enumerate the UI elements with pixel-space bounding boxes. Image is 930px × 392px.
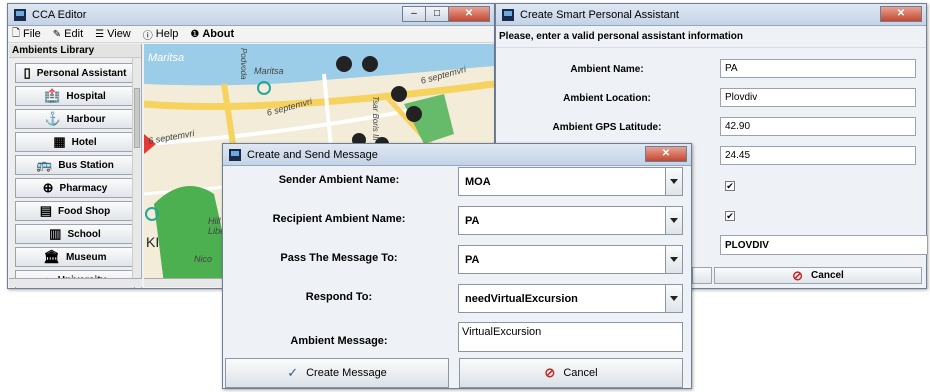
- shop-icon: ▤: [39, 203, 53, 218]
- map-label: Nico: [194, 254, 213, 264]
- ambient-button-harbour[interactable]: ⚓ Harbour: [15, 109, 135, 129]
- menu-about[interactable]: ❶ About: [190, 28, 234, 40]
- school-icon: ▥: [49, 226, 62, 241]
- hospital-icon: 🏥: [44, 88, 61, 103]
- ambient-location-label: Ambient Location:: [563, 92, 651, 104]
- check-icon: ✓: [287, 365, 299, 380]
- ambient-button-bus-station[interactable]: 🚌 Bus Station: [15, 155, 135, 175]
- city-select[interactable]: PLOVDIV: [720, 235, 928, 255]
- sender-row: Sender Ambient Name: MOA: [223, 166, 691, 196]
- close-button[interactable]: ✕: [880, 6, 922, 22]
- gps-longitude-input[interactable]: 24.45: [720, 146, 916, 165]
- place-icon: [336, 56, 352, 72]
- respond-select[interactable]: needVirtualExcursion: [458, 284, 683, 313]
- bus-icon: 🚌: [36, 157, 53, 172]
- chevron-down-icon[interactable]: [665, 168, 682, 195]
- respond-label: Respond To:: [305, 291, 373, 303]
- message-label: Ambient Message:: [290, 335, 388, 347]
- message-textarea[interactable]: VirtualExcursion: [458, 322, 683, 352]
- ambient-location-input[interactable]: Plovdiv: [720, 88, 916, 107]
- gps-latitude-input[interactable]: 42.90: [720, 117, 916, 136]
- ambient-button-school[interactable]: ▥ School: [15, 224, 135, 244]
- map-label: Maritsa: [148, 52, 185, 64]
- pa-row-latitude: Ambient GPS Latitude: 42.90: [496, 117, 926, 137]
- create-message-window: Create and Send Message ✕ Sender Ambient…: [222, 143, 692, 389]
- ambient-button-museum[interactable]: 🏛 Museum: [15, 247, 135, 267]
- checkbox-1[interactable]: ✔: [725, 181, 735, 191]
- recipient-row: Recipient Ambient Name: PA: [223, 205, 691, 235]
- pass-select[interactable]: PA: [458, 245, 683, 274]
- pa-row-name: Ambient Name: PA: [496, 59, 926, 79]
- ambient-button-food-shop[interactable]: ▤ Food Shop: [15, 201, 135, 221]
- map-label: Hill: [208, 216, 221, 226]
- edit-icon: ✎: [52, 28, 62, 40]
- about-icon: ❶: [190, 28, 200, 40]
- ambient-button-pharmacy[interactable]: ⊕ Pharmacy: [15, 178, 135, 198]
- library-scrollbar[interactable]: [132, 58, 141, 278]
- library-hscrollbar[interactable]: [9, 278, 142, 287]
- app-icon: [229, 148, 241, 161]
- gps-latitude-label: Ambient GPS Latitude:: [552, 121, 662, 133]
- file-icon: 🗋: [12, 27, 21, 39]
- pass-row: Pass The Message To: PA: [223, 244, 691, 274]
- ambient-button-hotel[interactable]: ▦ Hotel: [15, 132, 135, 152]
- respond-row: Respond To: needVirtualExcursion: [223, 283, 691, 313]
- place-icon: [362, 56, 378, 72]
- menu-view[interactable]: ☰ View: [95, 28, 131, 40]
- ambient-name-input[interactable]: PA: [720, 59, 916, 78]
- chevron-down-icon[interactable]: [665, 207, 682, 234]
- library-title: Ambients Library: [9, 44, 141, 58]
- msg-title-bar[interactable]: Create and Send Message ✕: [223, 144, 691, 166]
- sender-select[interactable]: MOA: [458, 167, 683, 196]
- map-label: Maritsa: [254, 66, 284, 76]
- menu-help[interactable]: ⓘ Help: [143, 27, 179, 42]
- minimize-button[interactable]: –: [402, 6, 426, 22]
- pa-row-location: Ambient Location: Plovdiv: [496, 88, 926, 108]
- msg-cancel-button[interactable]: ⊘ Cancel: [459, 358, 683, 388]
- pa-instruction: Please, enter a valid personal assistant…: [496, 26, 926, 48]
- pass-label: Pass The Message To:: [280, 252, 398, 264]
- window-title: CCA Editor: [32, 8, 87, 21]
- menu-file[interactable]: 🗋 File: [12, 26, 41, 43]
- ambient-button-personal-assistant[interactable]: ▯ Personal Assistant: [15, 63, 135, 83]
- create-message-button[interactable]: ✓ Create Message: [225, 358, 449, 388]
- map-label: KI: [146, 234, 160, 250]
- cancel-icon: ⊘: [544, 365, 556, 380]
- app-icon: [14, 8, 26, 21]
- map-label: Podvoda: [239, 48, 248, 80]
- ambients-library: Ambients Library ▯ Personal Assistant 🏥 Ho…: [9, 44, 142, 288]
- message-row: Ambient Message: VirtualExcursion: [223, 322, 691, 352]
- view-icon: ☰: [95, 28, 105, 40]
- ambient-name-label: Ambient Name:: [570, 63, 644, 75]
- museum-icon: 🏛: [43, 249, 60, 264]
- recipient-label: Recipient Ambient Name:: [272, 213, 406, 225]
- window-title: Create and Send Message: [247, 148, 378, 161]
- chevron-down-icon[interactable]: [665, 285, 682, 312]
- close-button[interactable]: ✕: [645, 146, 687, 162]
- pa-title-bar[interactable]: Create Smart Personal Assistant ✕: [496, 4, 926, 26]
- window-title: Create Smart Personal Assistant: [520, 8, 679, 21]
- pharmacy-icon: ⊕: [42, 180, 54, 195]
- recipient-select[interactable]: PA: [458, 206, 683, 235]
- menu-bar: 🗋 File ✎ Edit ☰ View ⓘ Help ❶ About: [8, 26, 494, 43]
- app-icon: [502, 8, 514, 21]
- anchor-icon: ⚓: [44, 111, 61, 126]
- place-icon: [406, 106, 422, 122]
- place-icon: [391, 86, 407, 102]
- close-button[interactable]: ✕: [448, 6, 490, 22]
- maximize-button[interactable]: □: [425, 6, 449, 22]
- chevron-down-icon[interactable]: [665, 246, 682, 273]
- cancel-icon: ⊘: [792, 267, 804, 283]
- hotel-icon: ▦: [53, 134, 66, 149]
- phone-icon: ▯: [23, 65, 31, 80]
- ambient-button-hospital[interactable]: 🏥 Hospital: [15, 86, 135, 106]
- sender-label: Sender Ambient Name:: [278, 174, 400, 186]
- cca-title-bar[interactable]: CCA Editor – □ ✕: [8, 4, 494, 26]
- help-icon: ⓘ: [142, 30, 153, 42]
- menu-edit[interactable]: ✎ Edit: [53, 28, 83, 40]
- pa-cancel-button[interactable]: ⊘ Cancel: [714, 267, 922, 284]
- ok-button[interactable]: [692, 267, 712, 284]
- checkbox-2[interactable]: ✔: [725, 211, 735, 221]
- scroll-thumb[interactable]: [134, 88, 140, 148]
